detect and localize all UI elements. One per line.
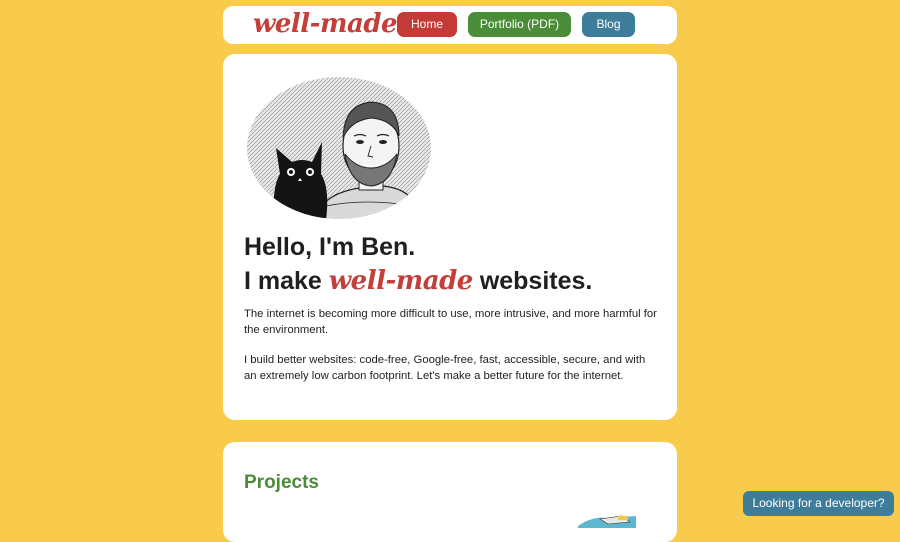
intro-paragraph-2: I build better websites: code-free, Goog… <box>244 354 646 382</box>
nav-home-button[interactable]: Home <box>397 12 457 37</box>
tagline-suffix: websites. <box>479 267 593 295</box>
greeting-heading: Hello, I'm Ben. <box>244 233 416 261</box>
looking-for-developer-button[interactable]: Looking for a developer? <box>743 491 894 516</box>
tagline-brand: well-made <box>328 266 474 296</box>
projects-heading: Projects <box>244 472 319 493</box>
nav-blog-button[interactable]: Blog <box>582 12 635 37</box>
top-navigation-bar: well-made Home Portfolio (PDF) Blog <box>223 6 677 44</box>
project-thumbnail-image[interactable] <box>578 514 636 528</box>
tagline-heading: I make well-made websites. <box>244 264 664 298</box>
site-logo[interactable]: well-made <box>253 9 398 39</box>
intro-headline: Hello, I'm Ben. I make well-made website… <box>244 230 664 298</box>
intro-paragraph-1: The internet is becoming more difficult … <box>244 308 657 336</box>
portrait-illustration <box>247 77 431 219</box>
intro-card: Hello, I'm Ben. I make well-made website… <box>223 54 677 420</box>
projects-card: Projects <box>223 442 677 542</box>
nav-portfolio-button[interactable]: Portfolio (PDF) <box>468 12 571 37</box>
tagline-prefix: I make <box>244 267 322 295</box>
